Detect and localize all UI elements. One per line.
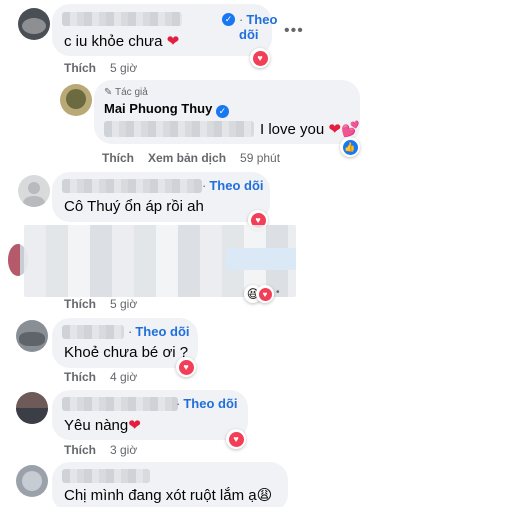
comment-bubble: Chị mình đang xót ruột lắm ạ😩 (52, 462, 288, 507)
commenter-name[interactable] (62, 12, 182, 26)
pen-icon: ✎ (104, 87, 113, 98)
commenter-name[interactable] (62, 469, 150, 483)
comment-bubble: · Theo dõi Cô Thuý ổn áp rồi ah (52, 172, 270, 222)
love-reaction-icon[interactable]: ♥ (226, 429, 246, 449)
author-badge: ✎ Tác giả (104, 87, 148, 98)
avatar[interactable] (18, 8, 50, 40)
follow-button[interactable]: · Theo dõi (202, 178, 264, 193)
comment-actions: Thích 3 giờ (64, 443, 137, 457)
love-reaction-icon[interactable]: ♥ (176, 357, 196, 377)
comment-bubble: · Theo dõi Khoẻ chưa bé ơi ? (52, 318, 198, 368)
follow-button[interactable]: · Theo dõi (176, 396, 238, 411)
verified-badge-icon: ✓ (222, 13, 235, 26)
love-reaction-icon: ♥ (256, 285, 274, 303)
author-avatar[interactable] (60, 84, 92, 116)
reply-actions: Thích Xem bản dịch 59 phút (102, 151, 280, 165)
comment-text: Cô Thuý ổn áp rồi ah (64, 198, 204, 215)
avatar[interactable] (16, 465, 48, 497)
author-name[interactable]: Mai Phuong Thuy ✓ (104, 101, 229, 118)
avatar[interactable] (16, 392, 48, 424)
like-link[interactable]: Thích (64, 61, 96, 75)
like-link[interactable]: Thích (64, 443, 96, 457)
like-reaction-icon[interactable]: 👍 (340, 137, 360, 157)
follow-button[interactable]: · Theo dõi (128, 324, 190, 339)
verified-badge-icon: ✓ (215, 105, 229, 118)
reply-text: I love you ❤💕 (260, 121, 360, 138)
like-link[interactable]: Thích (64, 370, 96, 384)
separator-dot: · (202, 178, 207, 193)
commenter-name[interactable] (62, 397, 178, 411)
timestamp[interactable]: 4 giờ (110, 370, 137, 384)
comment-text: Yêu nàng❤ (64, 417, 141, 434)
blurred-mention (104, 121, 254, 137)
like-link[interactable]: Thích (102, 151, 134, 165)
commenter-name[interactable] (62, 179, 202, 193)
translate-link[interactable]: Xem bản dịch (148, 151, 226, 165)
comment-actions: Thích 4 giờ (64, 370, 137, 384)
separator-dot: · (239, 12, 244, 27)
timestamp[interactable]: 3 giờ (110, 443, 137, 457)
separator-dot: · (128, 324, 133, 339)
separator-dot: · (176, 396, 181, 411)
comment-text: c iu khỏe chưa ❤ (64, 33, 180, 50)
comment-text: Chị mình đang xót ruột lắm ạ😩 (64, 487, 273, 504)
love-reaction-icon[interactable]: ♥ (250, 48, 270, 68)
comment-text: Khoẻ chưa bé ơi ? (64, 344, 189, 361)
comment-bubble: ✓ · Theo dõi c iu khỏe chưa ❤ (52, 4, 277, 56)
timestamp[interactable]: 5 giờ (110, 297, 137, 311)
follow-button[interactable]: · Theo dõi (239, 12, 277, 42)
reply-bubble: ✎ Tác giả Mai Phuong Thuy ✓ I love you ❤… (94, 80, 360, 144)
avatar[interactable] (16, 320, 48, 352)
timestamp[interactable]: 59 phút (240, 151, 280, 165)
reaction-cluster[interactable]: 😆 ♥ • (244, 285, 284, 303)
more-horizontal-icon[interactable]: ••• (284, 22, 304, 40)
timestamp[interactable]: 5 giờ (110, 61, 137, 75)
comment-actions: Thích 5 giờ (64, 61, 137, 75)
comment-bubble: · Theo dõi Yêu nàng❤ (52, 390, 248, 440)
avatar[interactable] (18, 175, 50, 207)
blurred-comment-block (226, 248, 296, 270)
comment-actions: Thích 5 giờ (64, 297, 137, 311)
more-horizontal-icon: • (276, 287, 280, 298)
commenter-name[interactable] (62, 325, 124, 339)
like-link[interactable]: Thích (64, 297, 96, 311)
